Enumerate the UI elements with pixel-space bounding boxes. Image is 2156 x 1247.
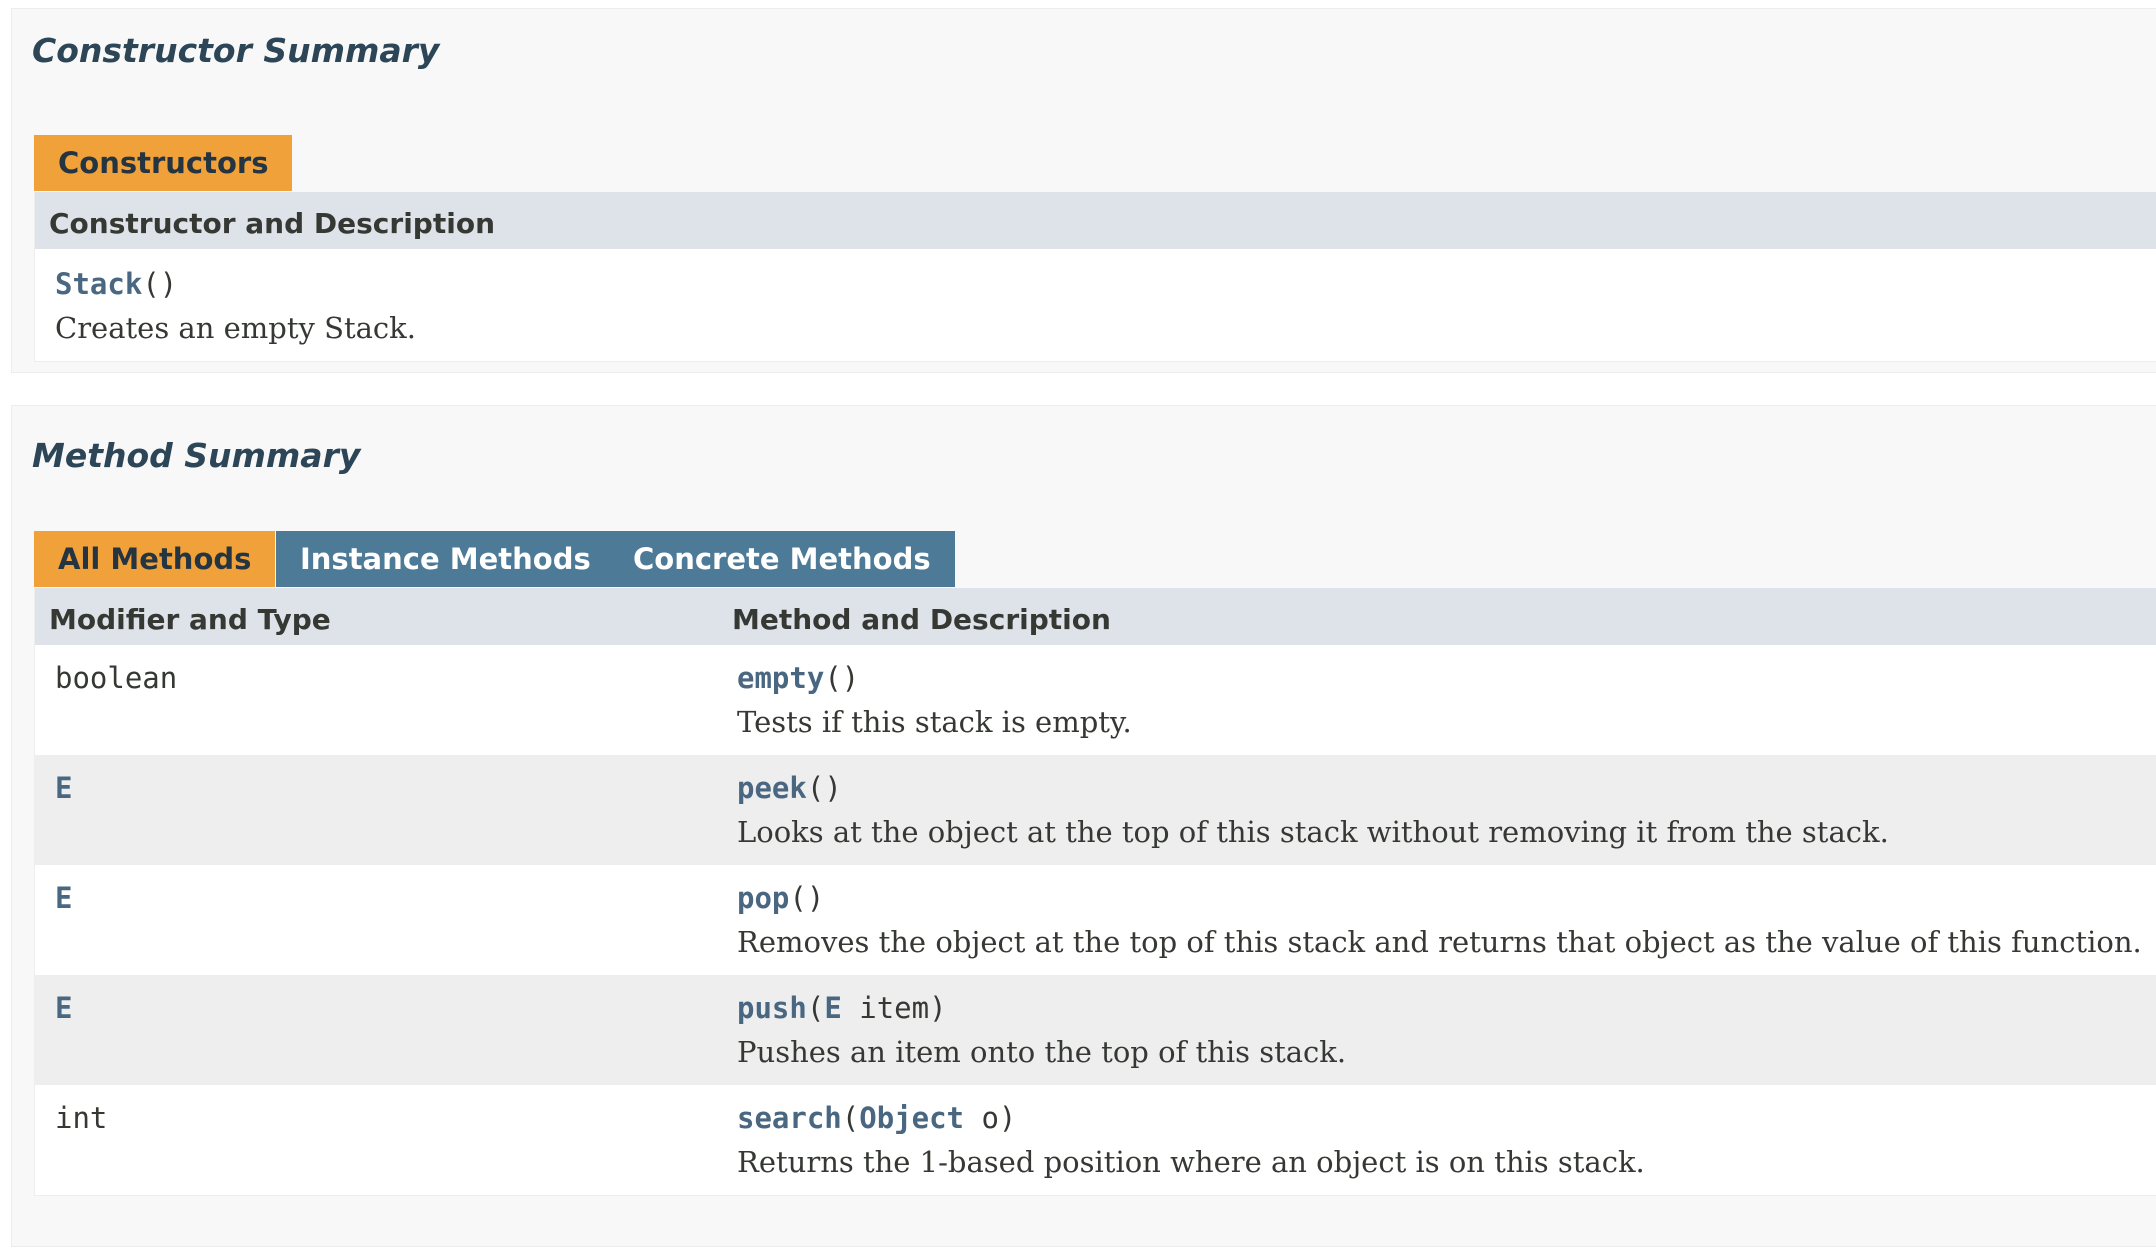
- tab-all-methods[interactable]: All Methods: [34, 531, 276, 587]
- params-close: ): [841, 661, 860, 695]
- param-type-link[interactable]: E: [824, 991, 841, 1025]
- constructor-link-stack[interactable]: Stack: [55, 267, 142, 301]
- return-type-link[interactable]: E: [55, 881, 72, 915]
- param-name: o: [964, 1101, 999, 1135]
- method-summary-heading: Method Summary: [32, 436, 361, 475]
- method-link-pop[interactable]: pop: [737, 881, 789, 915]
- constructor-signature: Stack(): [55, 267, 177, 301]
- params-close: ): [998, 1101, 1017, 1135]
- params-close: ): [159, 267, 178, 301]
- method-signature: push(E item): [737, 991, 947, 1025]
- tab-constructors[interactable]: Constructors: [34, 135, 293, 191]
- column-header-modifier-type: Modifier and Type: [49, 603, 331, 636]
- method-description: Pushes an item onto the top of this stac…: [737, 1035, 1347, 1069]
- params-close: ): [824, 771, 842, 805]
- table-row: int search(Object o) Returns the 1-based…: [35, 1085, 2156, 1195]
- params-open: (: [806, 771, 825, 805]
- method-link-push[interactable]: push: [737, 991, 807, 1025]
- column-header-method-description: Method and Description: [732, 603, 1111, 636]
- method-table: Modifier and Type Method and Description…: [34, 588, 2156, 1196]
- params-open: (: [142, 267, 160, 301]
- table-row: Stack() Creates an empty Stack.: [35, 249, 2156, 361]
- constructor-table-header: Constructor and Description: [35, 192, 2156, 249]
- tab-concrete-methods[interactable]: Concrete Methods: [609, 531, 955, 587]
- return-type: int: [55, 1101, 108, 1135]
- table-row: E peek() Looks at the object at the top …: [35, 755, 2156, 865]
- method-link-peek[interactable]: peek: [737, 771, 807, 805]
- constructor-summary-section: Constructor Summary Constructors Constru…: [11, 8, 2156, 373]
- method-description: Tests if this stack is empty.: [737, 705, 1132, 739]
- method-table-header: Modifier and Type Method and Description: [35, 588, 2156, 645]
- constructor-summary-heading: Constructor Summary: [32, 31, 440, 70]
- params-open: (: [841, 1101, 860, 1135]
- column-header-constructor-description: Constructor and Description: [49, 207, 496, 240]
- method-description: Removes the object at the top of this st…: [737, 925, 2142, 959]
- method-signature: peek(): [737, 771, 842, 805]
- tab-instance-methods[interactable]: Instance Methods: [276, 531, 615, 587]
- params-open: (: [789, 881, 807, 915]
- method-description: Looks at the object at the top of this s…: [737, 815, 1889, 849]
- table-row: E push(E item) Pushes an item onto the t…: [35, 975, 2156, 1085]
- param-type-link[interactable]: Object: [859, 1101, 964, 1135]
- params-close: ): [806, 881, 825, 915]
- method-link-search[interactable]: search: [737, 1101, 842, 1135]
- method-signature: empty(): [737, 661, 859, 695]
- method-summary-section: Method Summary All Methods Instance Meth…: [11, 405, 2156, 1247]
- params-open: (: [824, 661, 842, 695]
- table-row: E pop() Removes the object at the top of…: [35, 865, 2156, 975]
- return-type-link[interactable]: E: [55, 991, 72, 1025]
- method-link-empty[interactable]: empty: [737, 661, 824, 695]
- method-signature: pop(): [737, 881, 824, 915]
- return-type-link[interactable]: E: [55, 771, 72, 805]
- constructor-table: Constructor and Description Stack() Crea…: [34, 192, 2156, 362]
- param-name: item: [841, 991, 930, 1025]
- method-signature: search(Object o): [737, 1101, 1016, 1135]
- table-row: boolean empty() Tests if this stack is e…: [35, 645, 2156, 755]
- params-open: (: [806, 991, 825, 1025]
- method-description: Returns the 1-based position where an ob…: [737, 1145, 1645, 1179]
- return-type: boolean: [55, 661, 178, 695]
- constructor-description: Creates an empty Stack.: [55, 311, 416, 345]
- params-close: ): [929, 991, 947, 1025]
